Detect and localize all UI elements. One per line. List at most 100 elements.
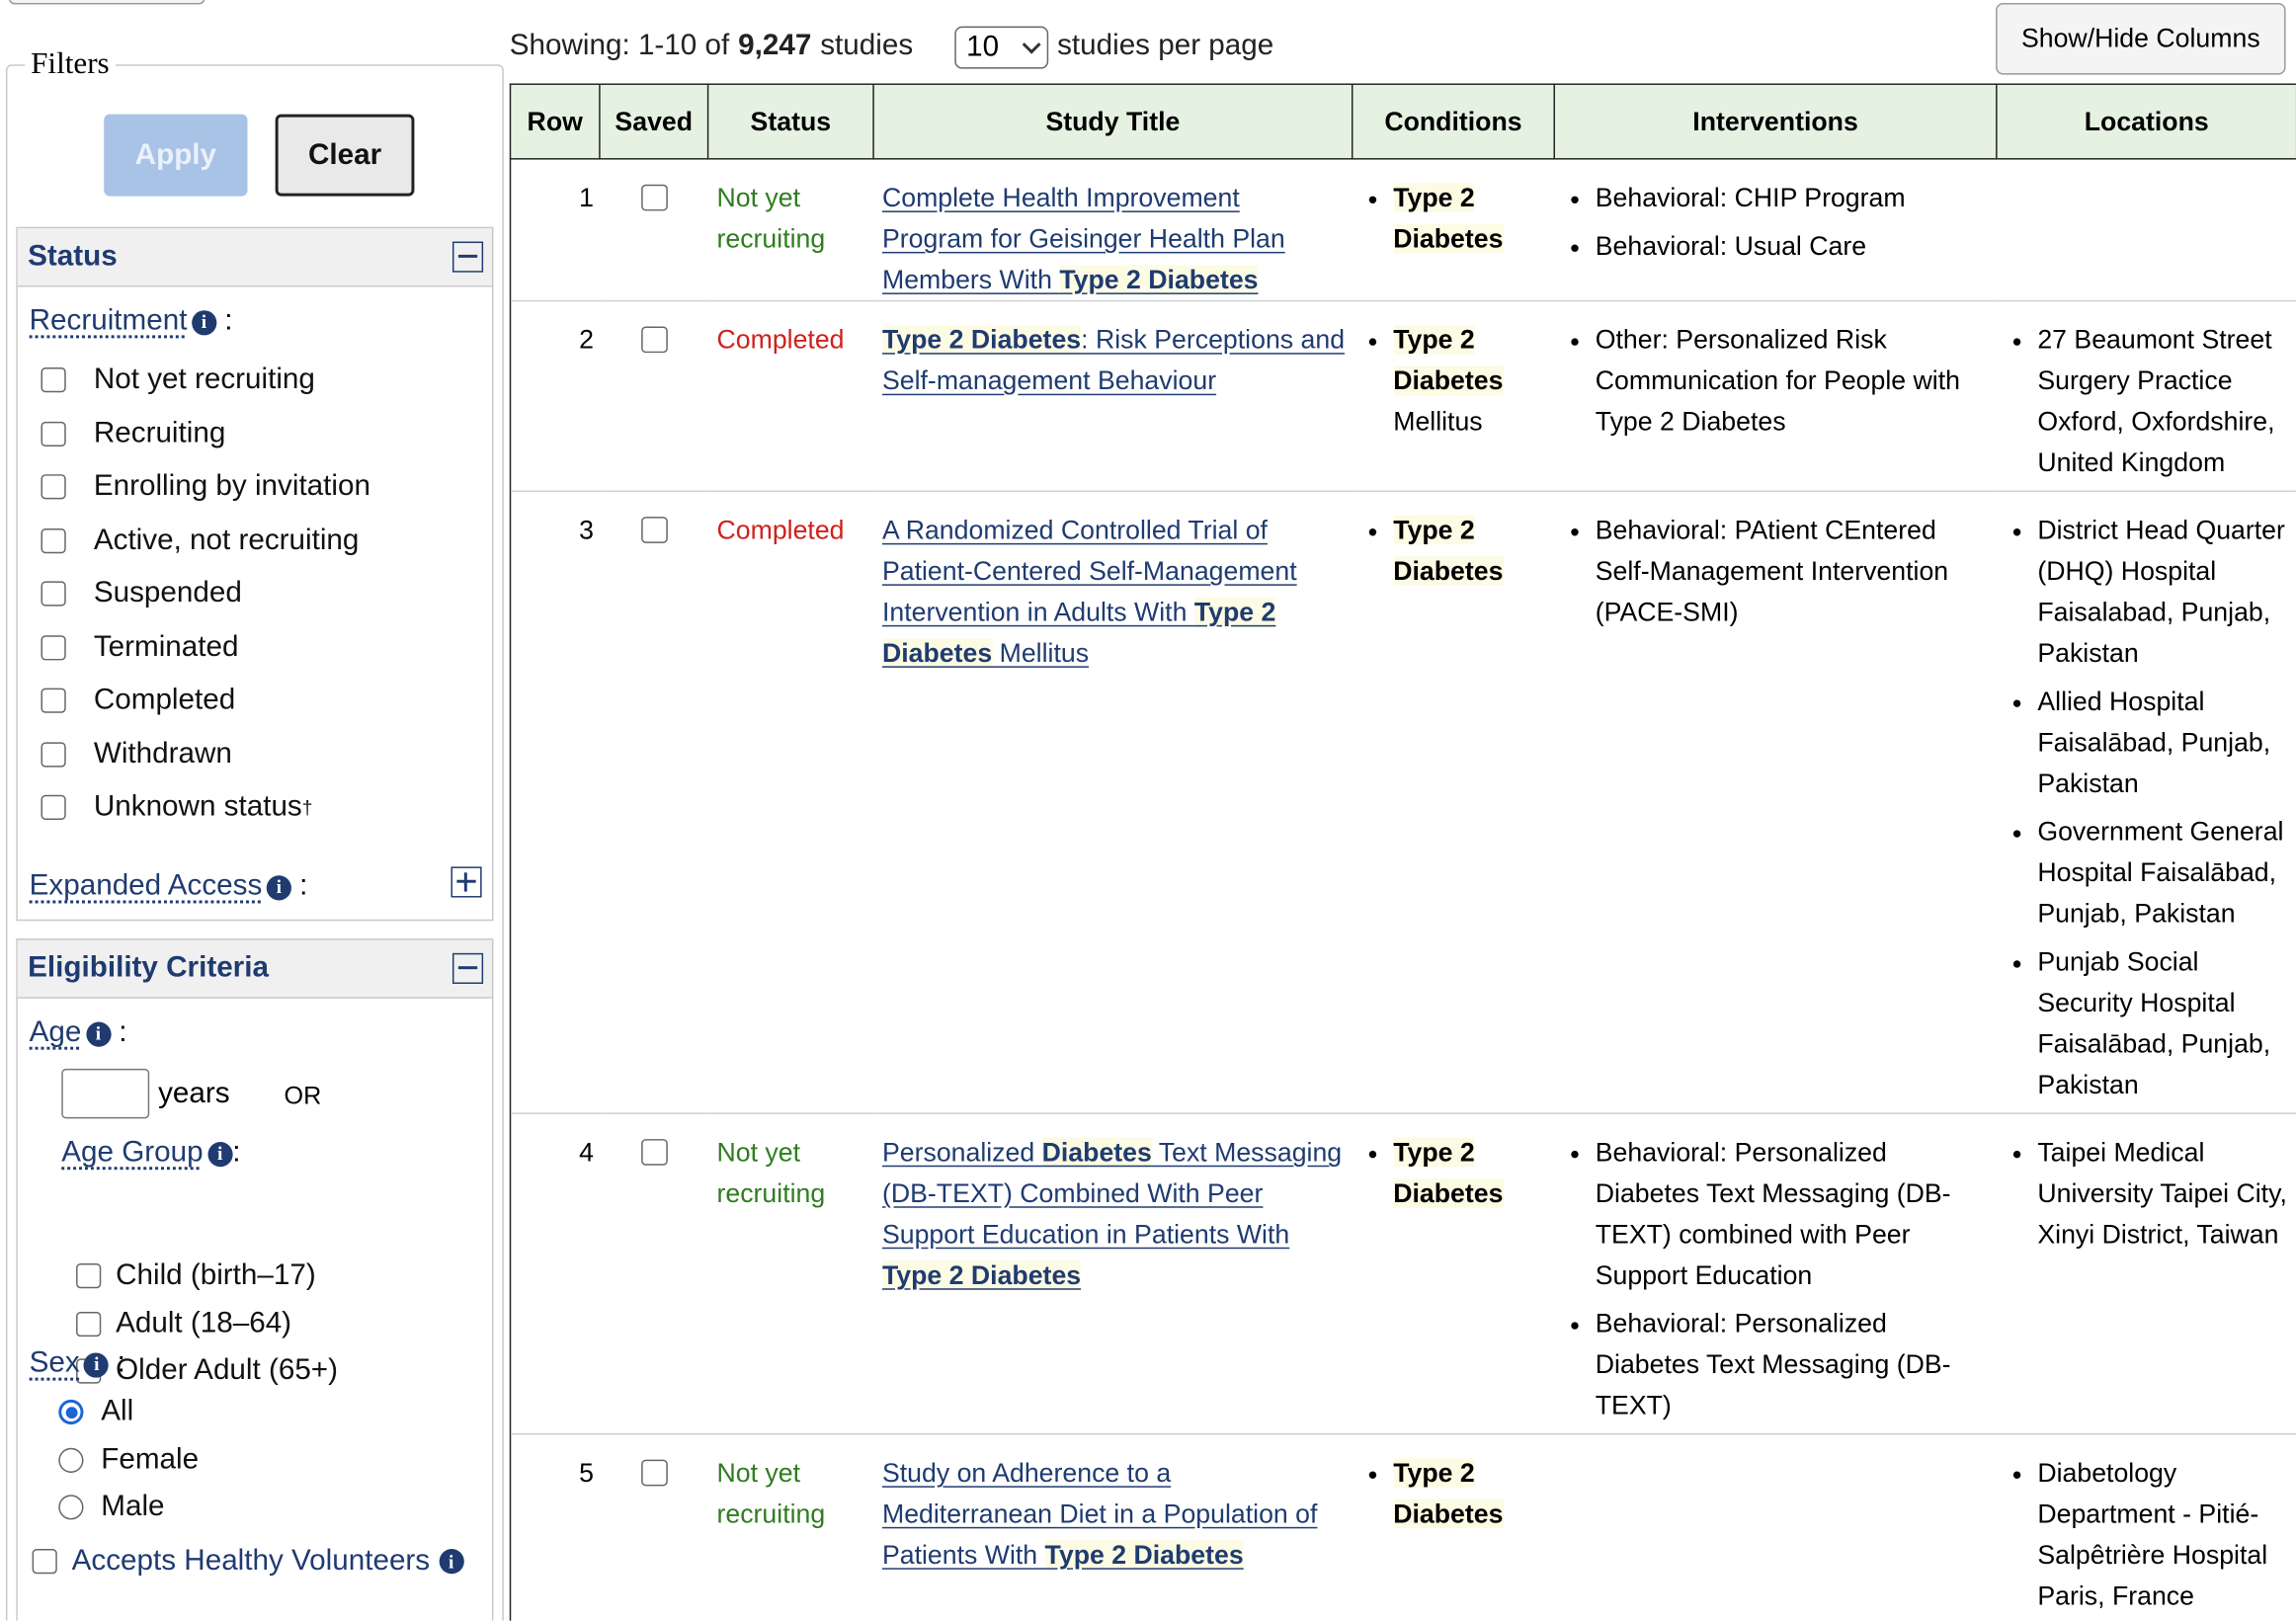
- status-cell: Not yet recruiting: [707, 1112, 874, 1434]
- column-header[interactable]: Study Title: [872, 83, 1353, 160]
- age-group-checkbox[interactable]: [76, 1263, 102, 1289]
- sex-option[interactable]: Male: [58, 1491, 165, 1524]
- study-title-link[interactable]: Study on Adherence to a Mediterranean Di…: [882, 1458, 1317, 1570]
- study-title-link[interactable]: A Randomized Controlled Trial of Patient…: [881, 516, 1297, 668]
- keyword-highlight: Type 2 Diabetes: [881, 1260, 1082, 1290]
- status-option[interactable]: Withdrawn: [41, 737, 232, 770]
- status-checkbox[interactable]: [41, 474, 66, 500]
- status-checkbox[interactable]: [41, 581, 66, 607]
- apply-button[interactable]: Apply: [104, 114, 248, 197]
- keyword-highlight: Type 2 Diabetes: [1059, 265, 1259, 294]
- age-group-label: Child (birth–17): [116, 1258, 316, 1292]
- status-option[interactable]: Unknown status †: [41, 790, 312, 824]
- column-header[interactable]: Interventions: [1553, 83, 1998, 160]
- collapse-icon[interactable]: [451, 952, 484, 984]
- condition-item: Type 2 Diabetes: [1393, 510, 1554, 592]
- column-header[interactable]: Row: [509, 83, 601, 160]
- save-study-checkbox[interactable]: [640, 1139, 668, 1166]
- location-item: Taipei Medical University Taipei City, X…: [2037, 1132, 2296, 1255]
- sex-label-row: Sex i :: [29, 1346, 125, 1380]
- save-study-checkbox[interactable]: [640, 184, 668, 211]
- info-icon[interactable]: i: [439, 1549, 464, 1575]
- status-option[interactable]: Active, not recruiting: [41, 524, 359, 557]
- status-checkbox[interactable]: [41, 367, 66, 393]
- location-item: Government General Hospital Faisalābad, …: [2037, 811, 2296, 933]
- study-title-link[interactable]: Complete Health Improvement Program for …: [882, 183, 1285, 294]
- info-icon[interactable]: i: [191, 309, 217, 335]
- sex-label[interactable]: Sex: [30, 1347, 80, 1380]
- column-header[interactable]: Locations: [1996, 83, 2296, 160]
- status-option[interactable]: Suspended: [41, 576, 242, 610]
- clear-button[interactable]: Clear: [275, 114, 415, 197]
- saved-cell: [599, 299, 708, 492]
- info-icon[interactable]: i: [85, 1020, 112, 1046]
- age-group-option[interactable]: Child (birth–17): [76, 1259, 316, 1293]
- sex-option[interactable]: Female: [58, 1443, 199, 1477]
- healthy-volunteers-label[interactable]: Accepts Healthy Volunteers: [72, 1545, 431, 1579]
- sex-radio[interactable]: [58, 1495, 84, 1520]
- study-title-link[interactable]: Personalized Diabetes Text Messaging (DB…: [881, 1138, 1342, 1290]
- column-header[interactable]: Status: [706, 83, 874, 160]
- info-icon[interactable]: i: [207, 1141, 233, 1167]
- table-body: 1 Not yet recruiting Complete Health Impro…: [509, 158, 2296, 1621]
- study-status: Not yet recruiting: [716, 1458, 826, 1529]
- age-label[interactable]: Age: [30, 1016, 82, 1049]
- status-checkbox[interactable]: [41, 741, 66, 767]
- expanded-access-label[interactable]: Expanded Access: [30, 869, 263, 902]
- age-group-option[interactable]: Adult (18–64): [76, 1307, 291, 1340]
- age-group-label[interactable]: Age Group: [61, 1136, 203, 1169]
- save-study-checkbox[interactable]: [640, 517, 668, 543]
- sex-option[interactable]: All: [58, 1395, 133, 1428]
- status-option[interactable]: Terminated: [41, 630, 238, 664]
- save-study-checkbox[interactable]: [640, 1459, 668, 1487]
- show-hide-columns-button[interactable]: Show/Hide Columns: [1996, 2, 2286, 75]
- study-title-cell: Personalized Diabetes Text Messaging (DB…: [873, 1112, 1353, 1434]
- location-item: Allied Hospital Faisalābad, Punjab, Paki…: [2037, 681, 2296, 803]
- eligibility-section-header[interactable]: Eligibility Criteria: [17, 939, 492, 999]
- healthy-volunteers-checkbox[interactable]: [32, 1549, 57, 1575]
- collapse-icon[interactable]: [451, 241, 484, 273]
- conditions-cell: Type 2 Diabetes: [1352, 158, 1555, 301]
- top-button-stub[interactable]: [8, 0, 205, 5]
- condition-keyword: Type 2 Diabetes: [1393, 1137, 1504, 1208]
- status-checkbox[interactable]: [41, 527, 66, 553]
- column-header[interactable]: Conditions: [1351, 83, 1555, 160]
- save-study-checkbox[interactable]: [640, 326, 668, 354]
- study-title-cell: Type 2 Diabetes: Risk Perceptions and Se…: [873, 299, 1353, 492]
- status-option-label: Suspended: [93, 576, 242, 609]
- status-option[interactable]: Not yet recruiting: [41, 364, 315, 397]
- status-option-label: Active, not recruiting: [93, 523, 360, 556]
- column-header[interactable]: Saved: [599, 83, 709, 160]
- age-group-checkbox[interactable]: [76, 1311, 102, 1337]
- row-number: 2: [509, 299, 600, 492]
- expand-icon[interactable]: [451, 866, 482, 898]
- info-icon[interactable]: i: [84, 1351, 110, 1377]
- location-item: Diabetology Department - Pitié-Salpêtriè…: [2037, 1452, 2296, 1616]
- eligibility-section: Eligibility Criteria Age i : years OR Age…: [16, 938, 494, 1621]
- info-icon[interactable]: i: [266, 874, 291, 900]
- healthy-volunteers-row[interactable]: Accepts Healthy Volunteers i: [32, 1545, 464, 1579]
- status-checkbox[interactable]: [41, 421, 66, 446]
- study-title-link[interactable]: Type 2 Diabetes: Risk Perceptions and Se…: [881, 325, 1345, 395]
- saved-cell: [599, 1112, 708, 1434]
- status-checkbox[interactable]: [41, 688, 66, 713]
- status-option-label: Terminated: [93, 630, 239, 663]
- status-checkbox[interactable]: [41, 634, 66, 660]
- status-section-header[interactable]: Status: [17, 228, 492, 287]
- status-cell: Not yet recruiting: [707, 1432, 874, 1621]
- status-section-title: Status: [28, 240, 118, 273]
- recruitment-label[interactable]: Recruitment: [30, 304, 188, 337]
- locations-cell: Taipei Medical University Taipei City, X…: [1996, 1112, 2296, 1434]
- status-option[interactable]: Completed: [41, 684, 235, 717]
- per-page-select[interactable]: 10: [954, 26, 1049, 69]
- status-option[interactable]: Recruiting: [41, 417, 225, 450]
- sex-radio[interactable]: [58, 1447, 84, 1473]
- intervention-item: Behavioral: PAtient CEntered Self-Manage…: [1596, 510, 1997, 632]
- location-item: 27 Beaumont Street Surgery Practice Oxfo…: [2037, 319, 2296, 483]
- status-option[interactable]: Enrolling by invitation: [41, 470, 370, 504]
- sex-radio[interactable]: [58, 1399, 84, 1425]
- or-label: OR: [284, 1082, 322, 1110]
- locations-list: Taipei Medical University Taipei City, X…: [1997, 1132, 2296, 1255]
- age-input[interactable]: [61, 1068, 150, 1119]
- status-checkbox[interactable]: [41, 794, 66, 820]
